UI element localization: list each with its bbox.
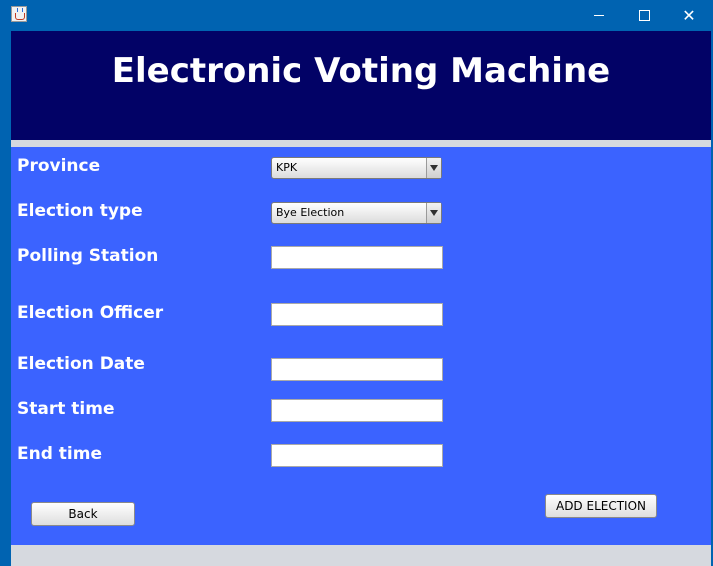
polling-station-input[interactable]: [271, 246, 443, 269]
election-type-label: Election type: [17, 201, 143, 221]
election-type-selected-value: Bye Election: [276, 206, 345, 219]
app-window: ✕ Electronic Voting Machine Province KPK…: [0, 0, 713, 566]
election-date-input[interactable]: [271, 358, 443, 381]
client-area: Electronic Voting Machine Province KPK E…: [11, 31, 711, 566]
province-select[interactable]: KPK: [271, 157, 442, 179]
end-time-input[interactable]: [271, 444, 443, 467]
election-form: Province KPK Election type Bye Election …: [11, 147, 711, 545]
minimize-button[interactable]: [576, 0, 622, 31]
province-dropdown-arrow[interactable]: [426, 158, 441, 178]
start-time-input[interactable]: [271, 399, 443, 422]
polling-station-label: Polling Station: [17, 246, 159, 266]
maximize-button[interactable]: [621, 0, 667, 31]
province-selected-value: KPK: [276, 161, 298, 174]
province-label: Province: [17, 156, 101, 176]
page-title: Electronic Voting Machine: [111, 51, 611, 91]
election-officer-label: Election Officer: [17, 303, 164, 323]
end-time-label: End time: [17, 444, 102, 464]
election-officer-input[interactable]: [271, 303, 443, 326]
minimize-icon: [594, 15, 604, 16]
close-button[interactable]: ✕: [666, 0, 712, 31]
title-bar[interactable]: ✕: [0, 0, 713, 31]
java-cup-icon: [11, 6, 27, 22]
back-button[interactable]: Back: [31, 502, 135, 526]
chevron-down-icon: [430, 210, 438, 216]
start-time-label: Start time: [17, 399, 115, 419]
election-type-select[interactable]: Bye Election: [271, 202, 442, 224]
election-type-dropdown-arrow[interactable]: [426, 203, 441, 223]
election-date-label: Election Date: [17, 354, 145, 374]
add-election-button[interactable]: ADD ELECTION: [545, 494, 657, 518]
chevron-down-icon: [430, 165, 438, 171]
maximize-icon: [638, 10, 650, 21]
close-icon: ✕: [682, 5, 696, 25]
header-banner: Electronic Voting Machine: [11, 31, 711, 140]
